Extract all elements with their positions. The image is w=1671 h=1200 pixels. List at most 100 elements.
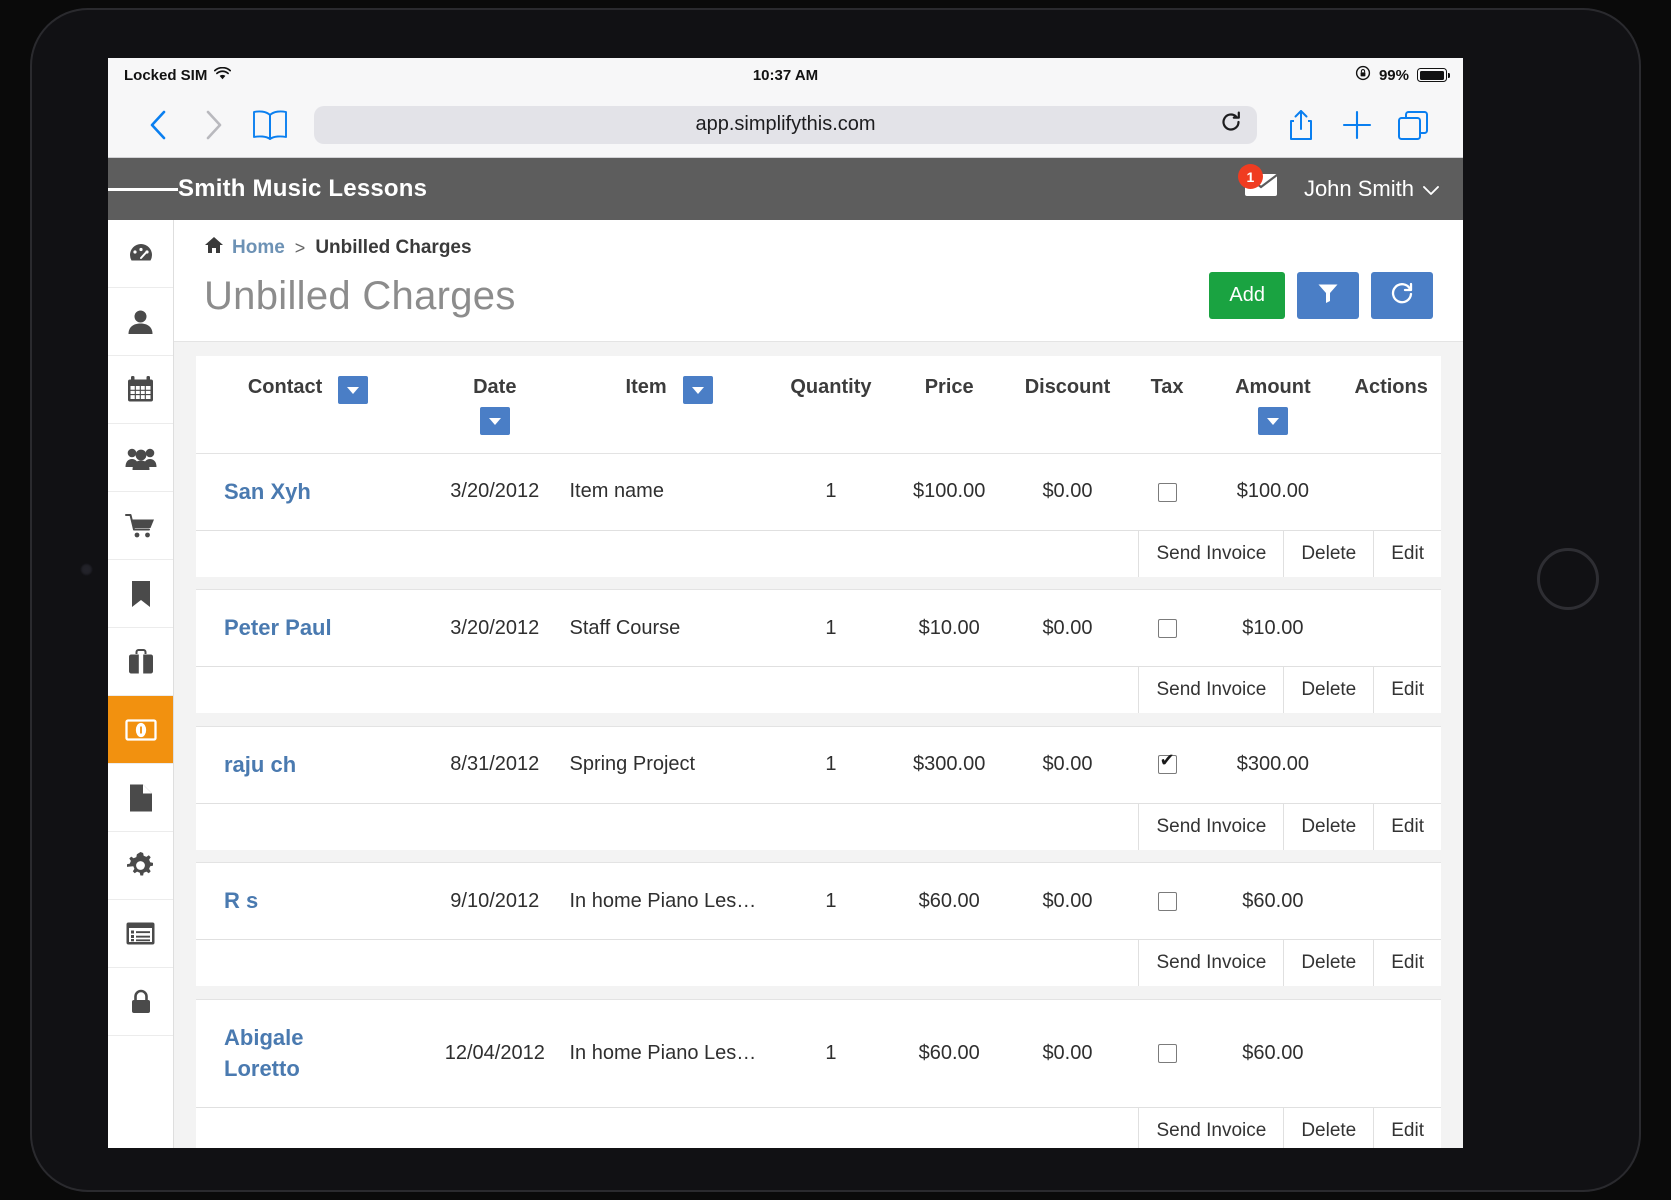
sidebar-item-calendar[interactable] bbox=[108, 356, 173, 424]
action-spacer bbox=[196, 940, 1140, 987]
main-content: Home > Unbilled Charges Unbilled Charges… bbox=[174, 220, 1463, 1148]
delete-button[interactable]: Delete bbox=[1284, 803, 1375, 850]
delete-button[interactable]: Delete bbox=[1284, 667, 1375, 714]
cell-price: $100.00 bbox=[913, 480, 986, 503]
send-invoice-button[interactable]: Send Invoice bbox=[1139, 1108, 1285, 1148]
col-date: Date bbox=[420, 356, 569, 454]
cell-contact[interactable]: Peter Paul bbox=[196, 590, 420, 666]
tax-checkbox[interactable] bbox=[1157, 482, 1177, 502]
sidebar-item-contacts[interactable] bbox=[108, 288, 173, 356]
col-quantity: Quantity bbox=[790, 376, 872, 398]
sidebar-item-reports[interactable] bbox=[108, 900, 173, 968]
row-action-bar: Send Invoice Delete Edit bbox=[196, 666, 1441, 714]
edit-button[interactable]: Edit bbox=[1374, 1108, 1441, 1148]
reload-icon[interactable] bbox=[1219, 110, 1243, 140]
status-time: 10:37 AM bbox=[752, 66, 819, 84]
home-icon bbox=[204, 236, 224, 260]
cell-quantity: 1 bbox=[825, 1041, 837, 1064]
plus-icon[interactable] bbox=[1329, 103, 1385, 147]
contact-link[interactable]: San Xyh bbox=[224, 476, 311, 508]
home-button[interactable] bbox=[1537, 548, 1599, 610]
cell-item: In home Piano Les… bbox=[569, 889, 757, 912]
action-spacer bbox=[196, 1108, 1140, 1148]
cell-contact[interactable]: R s bbox=[196, 863, 420, 939]
send-invoice-button[interactable]: Send Invoice bbox=[1139, 530, 1285, 577]
sidebar-item-projects[interactable] bbox=[108, 628, 173, 696]
sidebar-item-documents[interactable] bbox=[108, 764, 173, 832]
table-head: Contact Date Item Quantity Price Discoun… bbox=[196, 356, 1441, 454]
add-button[interactable]: Add bbox=[1209, 272, 1285, 319]
sidebar-item-groups[interactable] bbox=[108, 424, 173, 492]
contact-link[interactable]: raju ch bbox=[224, 749, 296, 781]
cell-discount: $0.00 bbox=[1042, 616, 1093, 639]
sidebar-item-security[interactable] bbox=[108, 968, 173, 1036]
sort-item-button[interactable] bbox=[682, 376, 713, 404]
delete-button[interactable]: Delete bbox=[1284, 1108, 1375, 1148]
cell-quantity: 1 bbox=[825, 753, 837, 776]
cell-contact[interactable]: San Xyh bbox=[196, 454, 420, 530]
sidebar-item-cart[interactable] bbox=[108, 492, 173, 560]
action-spacer bbox=[196, 803, 1140, 850]
contact-link[interactable]: R s bbox=[224, 885, 258, 917]
hamburger-icon[interactable] bbox=[108, 184, 178, 194]
unbilled-charges-table: Contact Date Item Quantity Price Discoun… bbox=[196, 356, 1441, 1148]
share-icon[interactable] bbox=[1273, 103, 1329, 147]
user-menu[interactable]: John Smith bbox=[1304, 176, 1439, 202]
envelope-icon[interactable]: 1 bbox=[1237, 164, 1278, 206]
sidebar-item-bookmarks[interactable] bbox=[108, 560, 173, 628]
cell-amount: $300.00 bbox=[1236, 753, 1310, 776]
cell-actions bbox=[1341, 726, 1441, 802]
cell-date: 3/20/2012 bbox=[450, 616, 540, 639]
edit-button[interactable]: Edit bbox=[1374, 803, 1441, 850]
col-amount: Amount bbox=[1204, 356, 1341, 454]
filter-button[interactable] bbox=[1297, 272, 1359, 319]
sort-contact-button[interactable] bbox=[338, 376, 369, 404]
edit-button[interactable]: Edit bbox=[1374, 940, 1441, 987]
cell-item: Spring Project bbox=[569, 753, 696, 776]
url-bar[interactable]: app.simplifythis.com bbox=[314, 105, 1257, 144]
ios-status-bar: Locked SIM 10:37 AM 99% bbox=[108, 58, 1463, 92]
tax-checkbox[interactable] bbox=[1157, 891, 1177, 911]
col-item: Item bbox=[569, 356, 768, 454]
edit-button[interactable]: Edit bbox=[1374, 667, 1441, 714]
edit-button[interactable]: Edit bbox=[1374, 530, 1441, 577]
send-invoice-button[interactable]: Send Invoice bbox=[1139, 667, 1285, 714]
carrier-label: Locked SIM bbox=[124, 66, 208, 84]
cell-quantity: 1 bbox=[825, 889, 837, 912]
rotation-lock-icon bbox=[1355, 65, 1371, 85]
cell-contact[interactable]: raju ch bbox=[196, 726, 420, 802]
col-item-label: Item bbox=[625, 376, 667, 398]
cell-amount: $10.00 bbox=[1242, 616, 1304, 639]
url-text: app.simplifythis.com bbox=[695, 113, 876, 135]
tax-checkbox[interactable] bbox=[1157, 751, 1177, 775]
delete-button[interactable]: Delete bbox=[1284, 940, 1375, 987]
send-invoice-button[interactable]: Send Invoice bbox=[1139, 940, 1285, 987]
sidebar-item-settings[interactable] bbox=[108, 832, 173, 900]
tax-checkbox[interactable] bbox=[1157, 1044, 1177, 1064]
sidebar-item-billing[interactable] bbox=[108, 696, 173, 764]
sort-amount-button[interactable] bbox=[1257, 407, 1288, 435]
sidebar-item-dashboard[interactable] bbox=[108, 220, 173, 288]
refresh-button[interactable] bbox=[1371, 272, 1433, 319]
back-chevron-icon[interactable] bbox=[130, 103, 186, 147]
cell-item: In home Piano Les… bbox=[569, 1041, 757, 1064]
row-action-bar: Send Invoice Delete Edit bbox=[196, 939, 1441, 987]
cell-tax bbox=[1130, 863, 1205, 939]
funnel-icon bbox=[1317, 282, 1339, 310]
tax-checkbox[interactable] bbox=[1157, 619, 1177, 639]
cell-contact[interactable]: Abigale Loretto bbox=[196, 999, 420, 1107]
safari-toolbar: app.simplifythis.com bbox=[108, 92, 1463, 158]
col-actions: Actions bbox=[1354, 376, 1428, 398]
contact-link[interactable]: Peter Paul bbox=[224, 612, 332, 644]
tabs-icon[interactable] bbox=[1385, 103, 1441, 147]
cell-item: Item name bbox=[569, 480, 664, 503]
breadcrumb-home[interactable]: Home bbox=[232, 237, 285, 259]
book-icon[interactable] bbox=[242, 103, 298, 147]
sort-date-button[interactable] bbox=[479, 407, 510, 435]
delete-button[interactable]: Delete bbox=[1284, 530, 1375, 577]
contact-link[interactable]: Abigale Loretto bbox=[224, 1022, 364, 1086]
forward-chevron-icon[interactable] bbox=[186, 103, 242, 147]
screen: Locked SIM 10:37 AM 99% app.simplifythis… bbox=[108, 58, 1463, 1148]
page-title: Unbilled Charges bbox=[204, 274, 516, 318]
send-invoice-button[interactable]: Send Invoice bbox=[1139, 803, 1285, 850]
